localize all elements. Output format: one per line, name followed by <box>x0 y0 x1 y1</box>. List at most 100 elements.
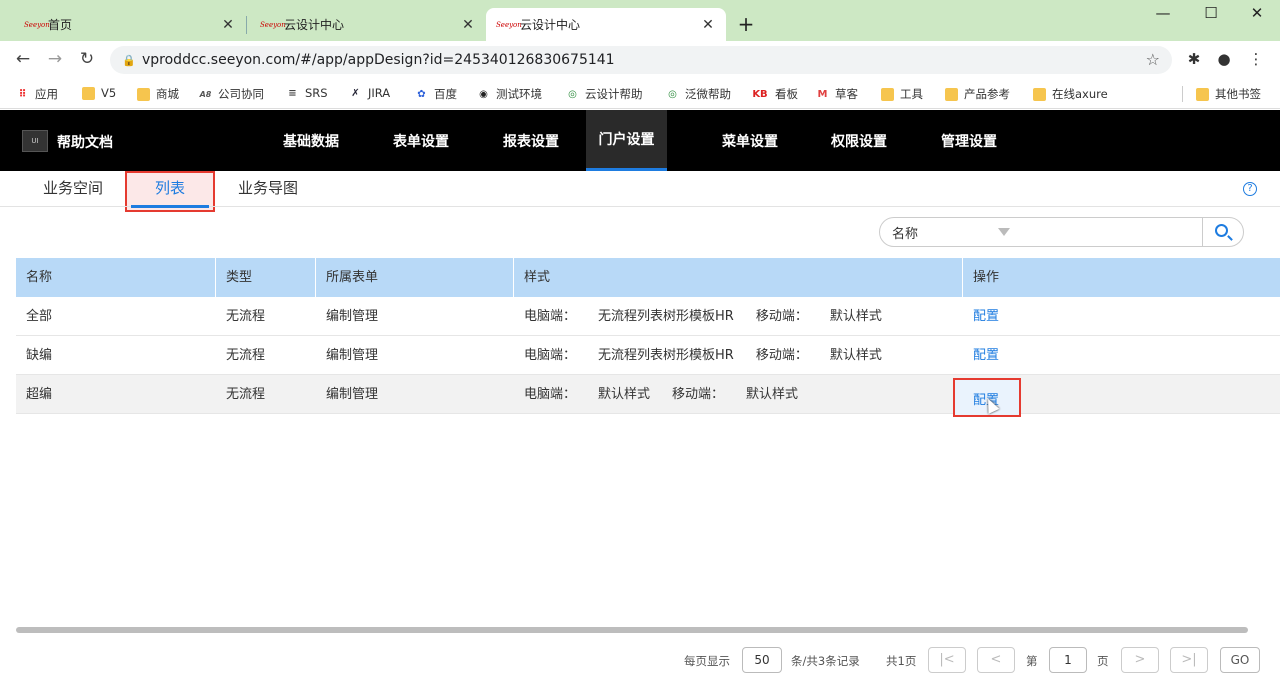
close-icon[interactable]: ✕ <box>460 17 476 33</box>
browser-tab-title: 云设计中心 <box>284 18 345 32</box>
cell-name: 缺编 <box>26 348 53 363</box>
bookmark-star-icon[interactable]: ☆ <box>1146 50 1160 69</box>
url-text[interactable]: vproddcc.seeyon.com/#/app/appDesign?id=2… <box>142 52 615 68</box>
tab-separator <box>246 16 247 34</box>
last-page-button[interactable]: >| <box>1170 647 1208 673</box>
browser-tabstrip: Seeyon 首页 ✕ Seeyon 云设计中心 ✕ Seeyon 云设计中心 … <box>0 0 1280 41</box>
bookmark-cloud-design-help[interactable]: ◎ 云设计帮助 <box>566 86 642 102</box>
bookmark-tools[interactable]: 工具 <box>881 86 923 102</box>
tab-business-map[interactable]: 业务导图 <box>231 177 305 201</box>
browser-tab-design-center-active[interactable]: Seeyon 云设计中心 ✕ <box>486 8 726 41</box>
bookmark-test-env[interactable]: ◉ 测试环境 <box>477 86 542 102</box>
bookmark-weaver-help[interactable]: ◎ 泛微帮助 <box>666 86 731 102</box>
seeyon-logo-icon: Seeyon <box>496 20 522 29</box>
back-icon[interactable]: ← <box>12 49 34 69</box>
nav-report-settings[interactable]: 报表设置 <box>490 110 572 171</box>
nav-admin-settings[interactable]: 管理设置 <box>928 110 1010 171</box>
bookmark-other[interactable]: 其他书签 <box>1196 86 1261 102</box>
column-header-style: 样式 <box>514 258 963 297</box>
folder-icon <box>1196 87 1209 101</box>
close-icon[interactable]: ✕ <box>220 17 236 33</box>
forward-icon[interactable]: → <box>44 49 66 69</box>
bookmarks-bar: ⠿ 应用 V5 商城 A8 公司协同 ≡ SRS ✗ JIRA ✿ 百度 ◉ 测试环境 ◎ 云… <box>0 79 1280 109</box>
go-button[interactable]: GO <box>1220 647 1260 673</box>
minimize-window-button[interactable]: — <box>1148 4 1178 22</box>
total-pages-label: 共1页 <box>886 654 917 668</box>
bookmark-baidu[interactable]: ✿ 百度 <box>415 86 457 102</box>
omnibox[interactable]: 🔒 vproddcc.seeyon.com/#/app/appDesign?id… <box>110 46 1172 74</box>
reload-icon[interactable]: ↻ <box>76 49 98 69</box>
globe-icon: ◉ <box>479 88 488 100</box>
next-page-button[interactable]: > <box>1121 647 1159 673</box>
bookmark-apps[interactable]: ⠿ 应用 <box>16 86 58 102</box>
bookmark-caoke[interactable]: M 草客 <box>816 86 858 102</box>
bookmark-v5[interactable]: V5 <box>82 86 116 100</box>
tab-business-space[interactable]: 业务空间 <box>36 177 110 201</box>
app-name[interactable]: 帮助文档 <box>57 132 113 152</box>
bookmark-mall[interactable]: 商城 <box>137 86 179 102</box>
rdvs-logo-icon: ≡ <box>288 87 297 99</box>
extensions-puzzle-icon[interactable]: ✱ <box>1184 50 1204 68</box>
cell-action: 配置 <box>963 297 1280 335</box>
caret-down-icon <box>998 228 1010 236</box>
help-icon[interactable]: ? <box>1243 182 1257 196</box>
first-page-button[interactable]: |< <box>928 647 966 673</box>
bookmark-product-ref[interactable]: 产品参考 <box>945 86 1010 102</box>
nav-permission-settings[interactable]: 权限设置 <box>818 110 900 171</box>
cell-name: 全部 <box>26 309 53 324</box>
bookmark-company-collab[interactable]: A8 公司协同 <box>199 86 264 102</box>
folder-icon <box>82 86 95 100</box>
table-row: 缺编 无流程 编制管理 电脑端： 无流程列表树形模板HR 移动端： 默认样式 配置 <box>16 336 1280 375</box>
app-top-nav: UI 帮助文档 基础数据 表单设置 报表设置 门户设置 菜单设置 权限设置 管理… <box>0 110 1280 171</box>
cell-style: 电脑端： 无流程列表树形模板HR 移动端： 默认样式 <box>524 309 882 324</box>
prev-page-button[interactable]: < <box>977 647 1015 673</box>
cell-form: 编制管理 <box>326 348 379 363</box>
bookmark-srs[interactable]: ≡ SRS <box>286 86 327 100</box>
new-tab-button[interactable]: + <box>736 12 756 36</box>
browser-tab-title: 首页 <box>48 18 73 32</box>
page-number-input[interactable]: 1 <box>1049 647 1087 673</box>
nav-portal-settings[interactable]: 门户设置 <box>586 110 667 171</box>
column-header-name: 名称 <box>16 258 216 297</box>
cell-name: 超编 <box>26 387 53 402</box>
cell-type: 无流程 <box>226 387 266 402</box>
lock-icon: 🔒 <box>122 53 136 67</box>
folder-icon <box>881 87 894 101</box>
cell-type: 无流程 <box>226 309 266 324</box>
per-page-input[interactable]: 50 <box>742 647 782 673</box>
nav-basic-data[interactable]: 基础数据 <box>270 110 352 171</box>
per-page-label: 每页显示 <box>684 654 730 668</box>
seeyon-logo-icon: Seeyon <box>24 20 50 29</box>
help-logo-icon: ◎ <box>568 88 577 100</box>
page-prefix-label: 第 <box>1026 654 1038 668</box>
configure-link[interactable]: 配置 <box>973 309 999 324</box>
browser-tab-design-center[interactable]: Seeyon 云设计中心 ✕ <box>250 8 486 41</box>
baidu-paw-icon: ✿ <box>417 88 426 100</box>
table-row: 超编 无流程 编制管理 电脑端： 默认样式 移动端： 默认样式 <box>16 375 1280 414</box>
search-field-select[interactable]: 名称 <box>879 217 1019 247</box>
profile-icon[interactable]: ● <box>1214 50 1234 68</box>
bookmark-kanban[interactable]: KB 看板 <box>751 86 798 102</box>
horizontal-scrollbar[interactable] <box>16 627 1248 633</box>
configure-link[interactable]: 配置 <box>973 348 999 363</box>
browser-tab-home[interactable]: Seeyon 首页 ✕ <box>14 8 246 41</box>
cell-type: 无流程 <box>226 348 266 363</box>
bookmark-jira[interactable]: ✗ JIRA <box>349 86 390 100</box>
nav-menu-settings[interactable]: 菜单设置 <box>709 110 791 171</box>
search-button[interactable] <box>1202 217 1244 247</box>
a8-logo-icon: A8 <box>199 89 212 99</box>
bookmark-online-axure[interactable]: 在线axure <box>1033 86 1108 102</box>
close-icon[interactable]: ✕ <box>700 17 716 33</box>
close-window-button[interactable]: ✕ <box>1242 4 1272 22</box>
apps-grid-icon: ⠿ <box>18 88 27 100</box>
kb-logo-icon: KB <box>752 88 768 100</box>
address-bar-row: ← → ↻ 🔒 vproddcc.seeyon.com/#/app/appDes… <box>0 41 1280 79</box>
search-input[interactable] <box>1018 217 1203 247</box>
maximize-window-button[interactable]: ☐ <box>1196 4 1226 22</box>
nav-form-settings[interactable]: 表单设置 <box>380 110 462 171</box>
tab-list[interactable]: 列表 <box>133 177 207 201</box>
menu-kebab-icon[interactable]: ⋮ <box>1246 50 1266 68</box>
folder-icon <box>945 87 958 101</box>
folder-icon <box>1033 87 1046 101</box>
column-header-type: 类型 <box>216 258 316 297</box>
